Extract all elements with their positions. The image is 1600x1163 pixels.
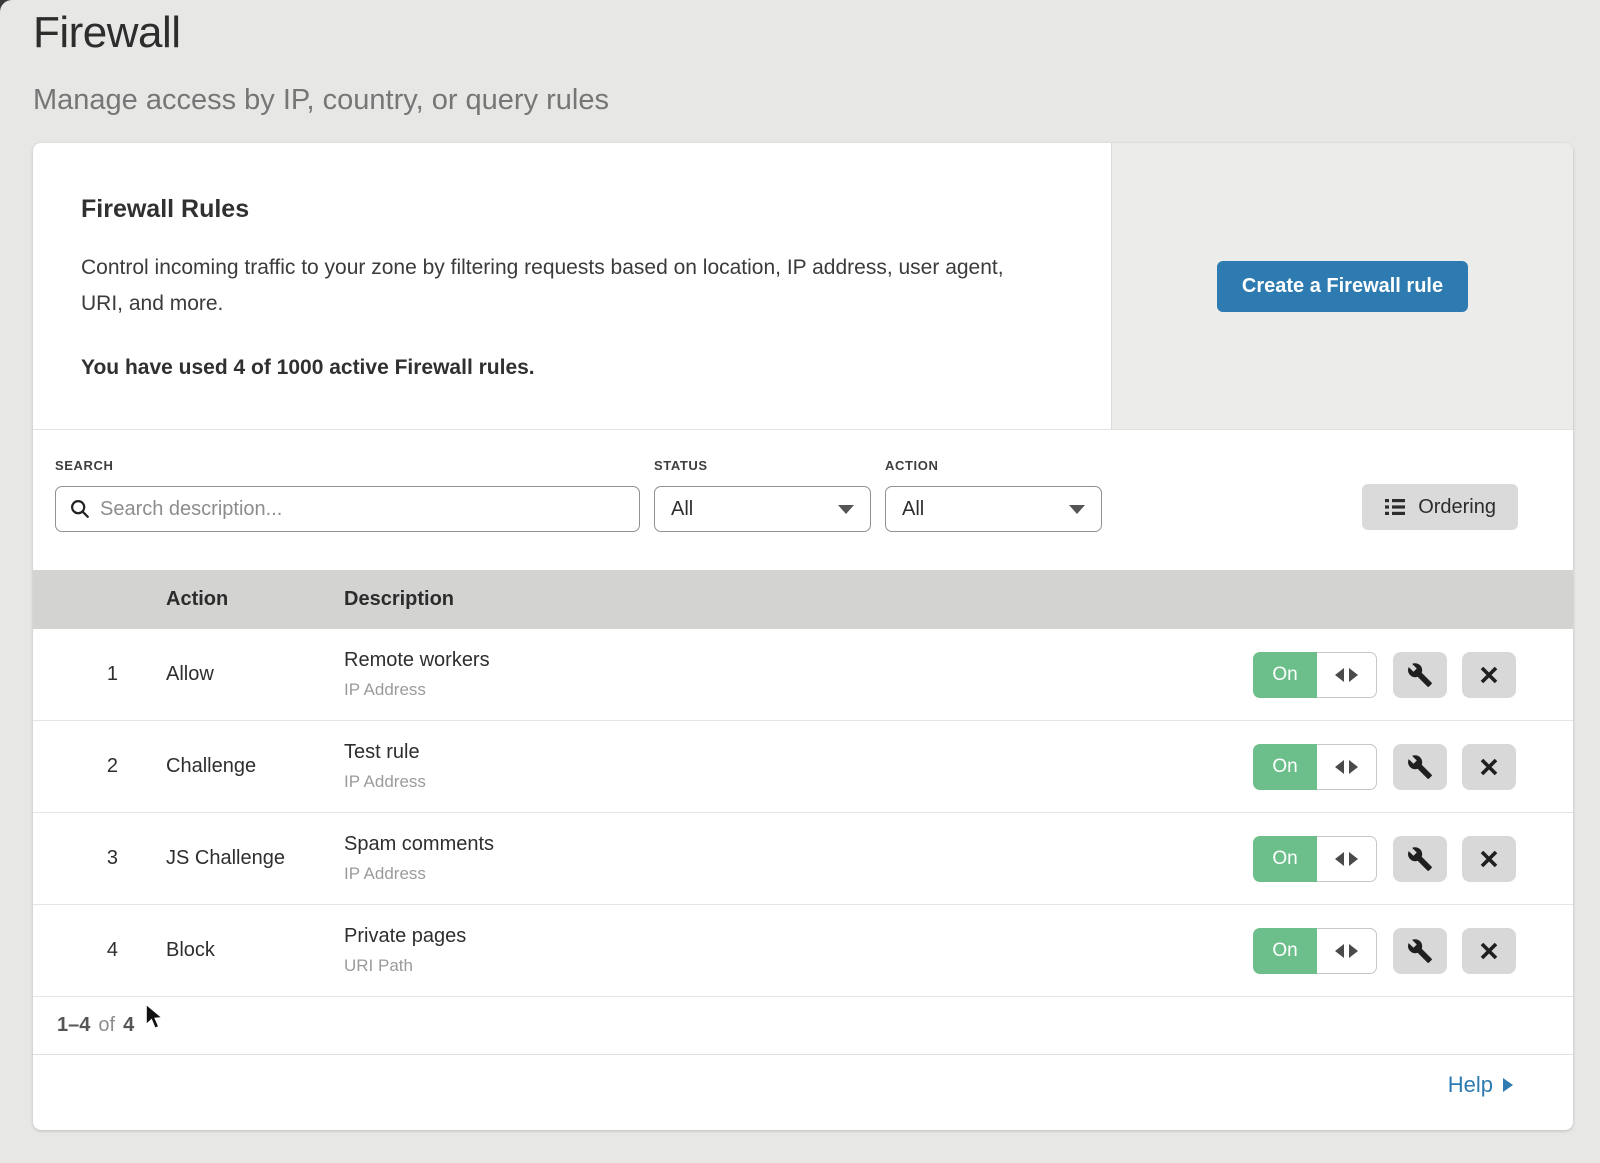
search-icon xyxy=(69,498,91,520)
rule-description: Spam comments xyxy=(344,833,1253,856)
chevron-down-icon xyxy=(838,505,854,514)
page-subtitle: Manage access by IP, country, or query r… xyxy=(33,84,609,117)
help-link-label: Help xyxy=(1448,1072,1493,1098)
rule-action: JS Challenge xyxy=(166,847,344,870)
wrench-icon xyxy=(1407,846,1433,872)
table-row: 2 Challenge Test rule IP Address On xyxy=(33,721,1573,813)
table-row: 3 JS Challenge Spam comments IP Address … xyxy=(33,813,1573,905)
action-select[interactable]: All xyxy=(885,486,1102,532)
ordering-button-label: Ordering xyxy=(1418,496,1496,519)
edit-rule-button[interactable] xyxy=(1393,744,1447,790)
horizontal-arrows-icon xyxy=(1317,652,1377,698)
edit-rule-button[interactable] xyxy=(1393,928,1447,974)
page-title: Firewall xyxy=(33,8,609,58)
rule-action: Challenge xyxy=(166,755,344,778)
rule-priority: 2 xyxy=(33,755,118,778)
table-row: 4 Block Private pages URI Path On xyxy=(33,905,1573,997)
help-link[interactable]: Help xyxy=(1448,1072,1513,1098)
pagination-range: 1–4 xyxy=(57,1014,90,1037)
x-icon xyxy=(1477,755,1501,779)
toggle-state-label: On xyxy=(1253,652,1317,698)
horizontal-arrows-icon xyxy=(1317,928,1377,974)
rule-action: Block xyxy=(166,939,344,962)
rule-enabled-toggle[interactable]: On xyxy=(1253,744,1377,790)
toggle-state-label: On xyxy=(1253,744,1317,790)
description-column-header: Description xyxy=(344,588,1573,611)
wrench-icon xyxy=(1407,754,1433,780)
rule-enabled-toggle[interactable]: On xyxy=(1253,836,1377,882)
toggle-state-label: On xyxy=(1253,928,1317,974)
page-header: Firewall Manage access by IP, country, o… xyxy=(33,8,609,117)
action-filter: ACTION All xyxy=(885,458,1102,532)
toggle-state-label: On xyxy=(1253,836,1317,882)
search-label: SEARCH xyxy=(55,458,640,473)
rule-match-type: IP Address xyxy=(344,772,1253,792)
action-label: ACTION xyxy=(885,458,1102,473)
rule-match-type: IP Address xyxy=(344,680,1253,700)
table-header: Action Description xyxy=(33,570,1573,629)
table-row: 1 Allow Remote workers IP Address On xyxy=(33,629,1573,721)
card-title: Firewall Rules xyxy=(81,195,1051,224)
delete-rule-button[interactable] xyxy=(1462,836,1516,882)
pagination-total: 4 xyxy=(123,1014,134,1037)
filters-bar: SEARCH STATUS All ACTION All xyxy=(33,430,1573,570)
rule-priority: 3 xyxy=(33,847,118,870)
status-filter: STATUS All xyxy=(654,458,871,532)
card-intro-section: Firewall Rules Control incoming traffic … xyxy=(33,143,1573,430)
status-selected-value: All xyxy=(671,498,693,521)
search-input[interactable] xyxy=(55,486,640,532)
rule-description: Remote workers xyxy=(344,649,1253,672)
rules-usage-note: You have used 4 of 1000 active Firewall … xyxy=(81,356,1051,380)
wrench-icon xyxy=(1407,662,1433,688)
firewall-rules-card: Firewall Rules Control incoming traffic … xyxy=(33,143,1573,1130)
rule-description: Private pages xyxy=(344,925,1253,948)
rule-priority: 4 xyxy=(33,939,118,962)
edit-rule-button[interactable] xyxy=(1393,652,1447,698)
card-intro-action-panel: Create a Firewall rule xyxy=(1111,143,1573,429)
wrench-icon xyxy=(1407,938,1433,964)
rule-match-type: IP Address xyxy=(344,864,1253,884)
x-icon xyxy=(1477,939,1501,963)
status-select[interactable]: All xyxy=(654,486,871,532)
chevron-down-icon xyxy=(1069,505,1085,514)
search-filter: SEARCH xyxy=(55,458,640,532)
x-icon xyxy=(1477,663,1501,687)
status-label: STATUS xyxy=(654,458,871,473)
action-selected-value: All xyxy=(902,498,924,521)
rule-action: Allow xyxy=(166,663,344,686)
card-intro-text: Firewall Rules Control incoming traffic … xyxy=(33,143,1111,429)
edit-rule-button[interactable] xyxy=(1393,836,1447,882)
card-description: Control incoming traffic to your zone by… xyxy=(81,250,1031,322)
rule-priority: 1 xyxy=(33,663,118,686)
right-triangle-icon xyxy=(1503,1078,1513,1092)
create-firewall-rule-button[interactable]: Create a Firewall rule xyxy=(1217,261,1468,312)
pagination: 1–4 of 4 xyxy=(33,997,1573,1055)
card-footer: Help xyxy=(33,1055,1573,1115)
delete-rule-button[interactable] xyxy=(1462,928,1516,974)
rule-enabled-toggle[interactable]: On xyxy=(1253,652,1377,698)
rule-match-type: URI Path xyxy=(344,956,1253,976)
pagination-of: of xyxy=(98,1014,115,1037)
rule-enabled-toggle[interactable]: On xyxy=(1253,928,1377,974)
ordering-button[interactable]: Ordering xyxy=(1362,484,1518,530)
rule-description: Test rule xyxy=(344,741,1253,764)
delete-rule-button[interactable] xyxy=(1462,744,1516,790)
horizontal-arrows-icon xyxy=(1317,744,1377,790)
delete-rule-button[interactable] xyxy=(1462,652,1516,698)
ordered-list-icon xyxy=(1384,496,1406,518)
horizontal-arrows-icon xyxy=(1317,836,1377,882)
x-icon xyxy=(1477,847,1501,871)
action-column-header: Action xyxy=(166,588,344,611)
